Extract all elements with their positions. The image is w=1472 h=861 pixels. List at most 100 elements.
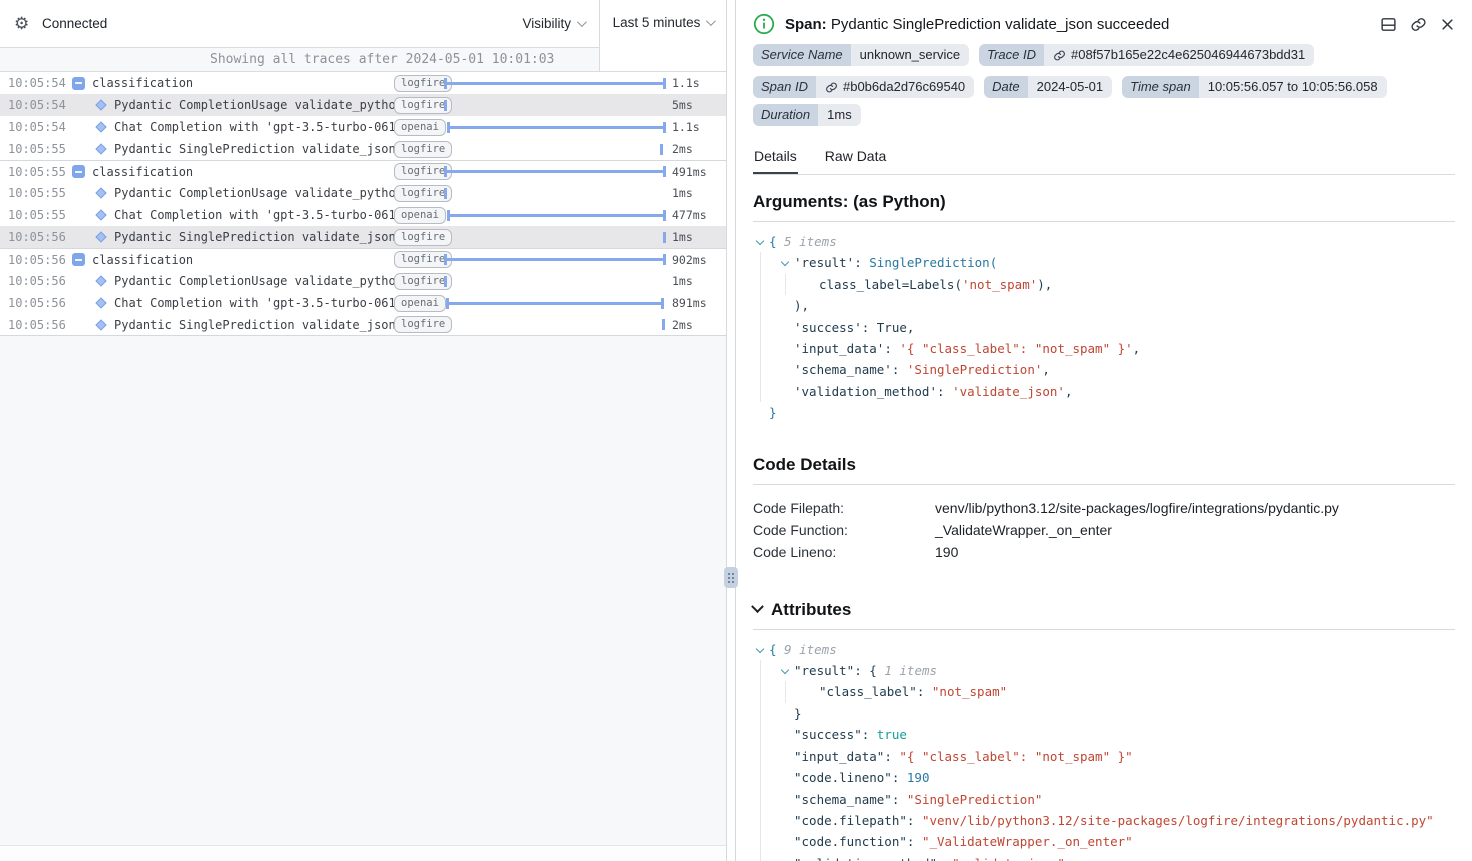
- collapse-chevron-icon[interactable]: [755, 231, 769, 252]
- chevron-down-icon: [706, 16, 716, 26]
- code-line: 'result': SinglePrediction(: [755, 252, 1455, 273]
- duration-label: 1ms: [666, 274, 718, 288]
- duration-label: 477ms: [666, 208, 718, 222]
- trace-row[interactable]: 10:05:56classificationlogfire902ms: [0, 248, 726, 270]
- badge-date: Date2024-05-01: [984, 76, 1112, 98]
- duration-bar-track: [444, 249, 666, 271]
- span-name: Chat Completion with 'gpt-3.5-turbo-0613…: [114, 120, 394, 134]
- duration-label: 5ms: [666, 98, 718, 112]
- span-diamond-icon: [94, 231, 107, 244]
- code-details-heading: Code Details: [753, 438, 1455, 485]
- span-title: Span: Pydantic SinglePrediction validate…: [785, 16, 1169, 33]
- span-name: Pydantic SinglePrediction validate_json: [114, 230, 394, 244]
- badge-value: unknown_service: [851, 44, 969, 66]
- trace-list-bottom-strip: [0, 846, 726, 861]
- timestamp: 10:05:54: [8, 120, 66, 134]
- duration-bar: [447, 122, 666, 133]
- trace-row[interactable]: 10:05:55classificationlogfire491ms: [0, 160, 726, 182]
- code-line: }: [755, 703, 1455, 724]
- trace-row[interactable]: 10:05:54 Chat Completion with 'gpt-3.5-tu…: [0, 116, 726, 138]
- code-line: "code.function": "_ValidateWrapper._on_e…: [755, 831, 1455, 852]
- badge-value: 2024-05-01: [1028, 76, 1113, 98]
- trace-row[interactable]: 10:05:56Pydantic SinglePrediction valida…: [0, 314, 726, 336]
- trace-row[interactable]: 10:05:55Pydantic SinglePrediction valida…: [0, 138, 726, 160]
- duration-bar: [662, 319, 665, 330]
- timestamp: 10:05:56: [8, 296, 66, 310]
- span-name: Pydantic CompletionUsage validate_python: [114, 98, 394, 112]
- collapse-chevron-icon[interactable]: [780, 660, 794, 681]
- duration-bar: [663, 232, 666, 243]
- code-line: }: [755, 402, 1455, 423]
- timestamp: 10:05:54: [8, 76, 66, 90]
- span-diamond-icon: [94, 209, 107, 222]
- badge-service-name: Service Nameunknown_service: [753, 44, 969, 66]
- trace-row[interactable]: 10:05:56Pydantic SinglePrediction valida…: [0, 226, 726, 248]
- info-icon: [753, 13, 775, 35]
- trace-row[interactable]: 10:05:54classificationlogfire1.1s: [0, 72, 726, 94]
- duration-label: 902ms: [666, 253, 718, 267]
- badge-value[interactable]: #08f57b165e22c4e625046944673bdd31: [1044, 44, 1314, 66]
- time-range-dropdown[interactable]: Last 5 minutes: [599, 0, 726, 72]
- tab-details[interactable]: Details: [753, 142, 798, 174]
- tag-badge: openai: [394, 207, 446, 224]
- span-detail-header: Span: Pydantic SinglePrediction validate…: [753, 0, 1455, 41]
- trace-row[interactable]: 10:05:54Pydantic CompletionUsage validat…: [0, 94, 726, 116]
- tab-raw-data[interactable]: Raw Data: [824, 142, 887, 174]
- chevron-down-icon: [577, 17, 587, 27]
- tag-badge: openai: [394, 119, 446, 136]
- code-detail-value: _ValidateWrapper._on_enter: [935, 519, 1112, 541]
- close-icon[interactable]: [1440, 17, 1455, 32]
- duration-bar: [447, 210, 666, 221]
- span-name: classification: [92, 165, 394, 179]
- code-line: ),: [755, 295, 1455, 316]
- span-name: classification: [92, 253, 394, 267]
- collapse-toggle-icon[interactable]: [72, 165, 85, 178]
- badge-value: 10:05:56.057 to 10:05:56.058: [1199, 76, 1387, 98]
- panel-layout-icon[interactable]: [1380, 16, 1397, 33]
- chevron-down-icon: [751, 600, 764, 613]
- span-diamond-icon: [94, 187, 107, 200]
- span-diamond-icon: [94, 318, 107, 331]
- duration-bar: [444, 254, 666, 265]
- visibility-dropdown[interactable]: Visibility: [522, 16, 584, 31]
- code-line: class_label=Labels('not_spam'),: [755, 274, 1455, 295]
- badge-label: Service Name: [753, 44, 851, 66]
- duration-bar-track: [444, 314, 666, 336]
- trace-row[interactable]: 10:05:55Chat Completion with 'gpt-3.5-tu…: [0, 204, 726, 226]
- duration-label: 1.1s: [666, 76, 718, 90]
- trace-row[interactable]: 10:05:55Pydantic CompletionUsage validat…: [0, 182, 726, 204]
- badge-value[interactable]: #b0b6da2d76c69540: [816, 76, 974, 98]
- trace-list-empty-area: [0, 336, 726, 846]
- panel-divider: [727, 0, 736, 861]
- duration-bar-track: [444, 94, 666, 116]
- span-diamond-icon: [94, 275, 107, 288]
- badge-label: Date: [984, 76, 1027, 98]
- collapse-toggle-icon[interactable]: [72, 77, 85, 90]
- trace-row[interactable]: 10:05:56Pydantic CompletionUsage validat…: [0, 270, 726, 292]
- code-line: "code.filepath": "venv/lib/python3.12/si…: [755, 810, 1455, 831]
- copy-link-icon[interactable]: [1410, 16, 1427, 33]
- trace-row[interactable]: 10:05:56Chat Completion with 'gpt-3.5-tu…: [0, 292, 726, 314]
- gear-icon[interactable]: ⚙: [14, 15, 32, 33]
- duration-label: 1ms: [666, 186, 718, 200]
- arguments-code-block: { 5 items'result': SinglePrediction(clas…: [753, 222, 1455, 438]
- badge-span-id: Span ID#b0b6da2d76c69540: [753, 76, 974, 98]
- collapse-toggle-icon[interactable]: [72, 253, 85, 266]
- attributes-heading[interactable]: Attributes: [753, 583, 1455, 630]
- collapse-chevron-icon[interactable]: [755, 639, 769, 660]
- code-detail-row: Code Lineno:190: [753, 541, 1455, 563]
- link-icon[interactable]: [825, 81, 838, 94]
- link-icon[interactable]: [1053, 49, 1066, 62]
- resize-handle[interactable]: [724, 567, 738, 588]
- span-name: Pydantic CompletionUsage validate_python: [114, 274, 394, 288]
- timestamp: 10:05:56: [8, 318, 66, 332]
- code-line: "validation_method": "validate_json": [755, 853, 1455, 861]
- duration-bar-track: [444, 182, 666, 204]
- duration-label: 1.1s: [666, 120, 718, 134]
- duration-label: 2ms: [666, 318, 718, 332]
- code-line: "success": true: [755, 724, 1455, 745]
- collapse-chevron-icon[interactable]: [780, 252, 794, 273]
- badge-value: 1ms: [818, 104, 861, 126]
- code-line: "code.lineno": 190: [755, 767, 1455, 788]
- badge-time-span: Time span10:05:56.057 to 10:05:56.058: [1122, 76, 1386, 98]
